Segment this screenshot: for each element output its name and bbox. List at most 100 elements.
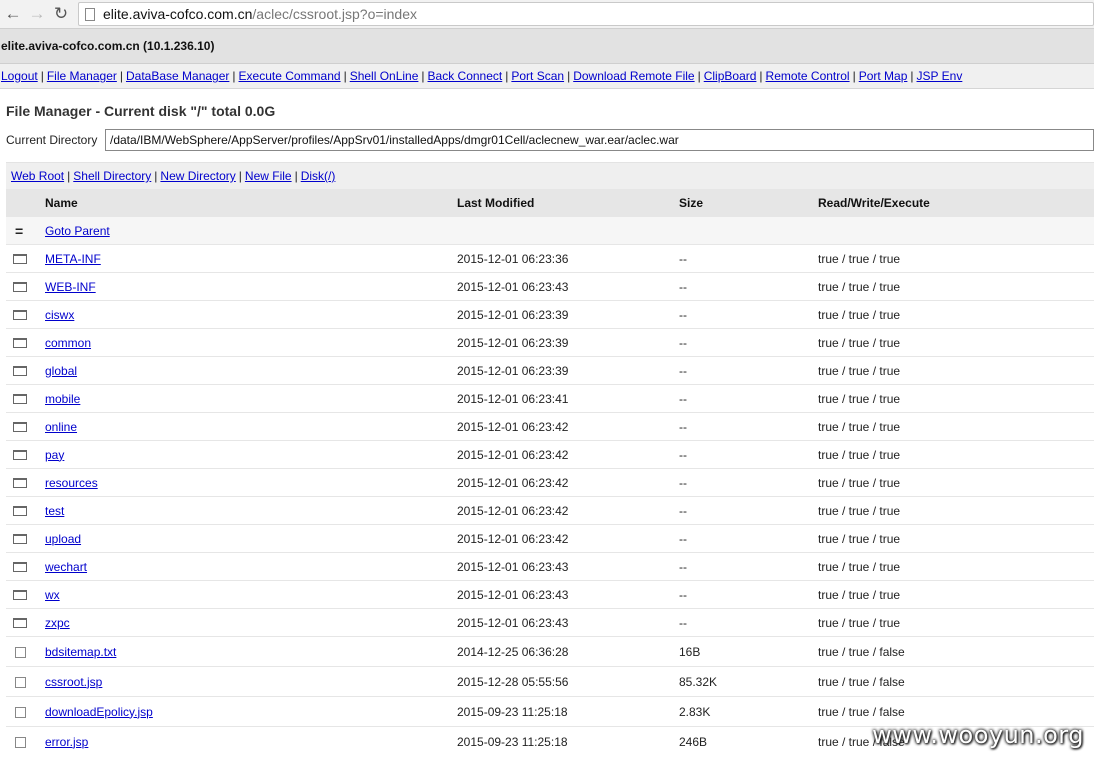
folder-name-link[interactable]: online xyxy=(45,420,77,434)
toolbar-link-new-directory[interactable]: New Directory xyxy=(160,169,235,183)
url-host: elite.aviva-cofco.com.cn xyxy=(103,6,253,22)
file-row: error.jsp 2015-09-23 11:25:18 246B true / t… xyxy=(6,726,1094,756)
current-directory-input[interactable] xyxy=(105,129,1094,151)
toolbar-separator: | xyxy=(294,169,298,183)
modified-cell: 2015-12-01 06:23:42 xyxy=(457,496,679,525)
folder-name-link[interactable]: resources xyxy=(45,476,98,490)
toolbar-link-web-root[interactable]: Web Root xyxy=(11,169,64,183)
toolbar-link-disk-[interactable]: Disk(/) xyxy=(301,169,336,183)
folder-name-link[interactable]: zxpc xyxy=(45,616,70,630)
rwx-cell: true / true / false xyxy=(818,726,1094,756)
size-cell: 16B xyxy=(679,636,818,667)
rwx-cell: true / true / false xyxy=(818,666,1094,697)
folder-name-link[interactable]: WEB-INF xyxy=(45,280,96,294)
folder-name-link[interactable]: test xyxy=(45,504,64,518)
menu-separator: | xyxy=(421,69,425,83)
folder-name-link[interactable]: wechart xyxy=(45,560,87,574)
modified-cell: 2014-12-25 06:36:28 xyxy=(457,636,679,667)
size-cell: -- xyxy=(679,244,818,273)
rwx-cell: true / true / false xyxy=(818,636,1094,667)
modified-cell: 2015-12-01 06:23:43 xyxy=(457,580,679,609)
file-name-link[interactable]: error.jsp xyxy=(45,735,88,749)
menu-link-download-remote-file[interactable]: Download Remote File xyxy=(573,69,694,83)
folder-name-link[interactable]: pay xyxy=(45,448,64,462)
menu-link-back-connect[interactable]: Back Connect xyxy=(428,69,503,83)
folder-icon xyxy=(13,282,27,293)
rwx-cell: true / true / true xyxy=(818,244,1094,273)
file-row: cssroot.jsp 2015-12-28 05:55:56 85.32K true… xyxy=(6,666,1094,697)
size-cell: -- xyxy=(679,272,818,301)
file-name-link[interactable]: cssroot.jsp xyxy=(45,675,102,689)
checkbox-icon[interactable] xyxy=(15,646,26,658)
goto-parent-link[interactable]: Goto Parent xyxy=(45,224,110,238)
rwx-cell: true / true / true xyxy=(818,272,1094,301)
size-cell: -- xyxy=(679,496,818,525)
modified-cell: 2015-12-01 06:23:41 xyxy=(457,384,679,413)
menu-link-database-manager[interactable]: DataBase Manager xyxy=(126,69,229,83)
size-cell: -- xyxy=(679,300,818,329)
menu-link-clipboard[interactable]: ClipBoard xyxy=(704,69,757,83)
name-column-header: Name xyxy=(45,189,457,217)
folder-row: test 2015-12-01 06:23:42 -- true / true / t… xyxy=(6,496,1094,525)
forward-arrow-icon[interactable]: → xyxy=(26,3,48,25)
size-cell: -- xyxy=(679,412,818,441)
menu-link-logout[interactable]: Logout xyxy=(1,69,38,83)
current-directory-row: Current Directory xyxy=(0,128,1094,152)
modified-cell: 2015-12-01 06:23:39 xyxy=(457,300,679,329)
folder-icon xyxy=(13,394,27,405)
host-label: elite.aviva-cofco.com.cn (10.1.236.10) xyxy=(0,29,1094,64)
size-cell: -- xyxy=(679,328,818,357)
checkbox-icon[interactable] xyxy=(15,676,26,688)
menu-link-port-map[interactable]: Port Map xyxy=(859,69,908,83)
folder-name-link[interactable]: global xyxy=(45,364,77,378)
rwx-cell: true / true / true xyxy=(818,580,1094,609)
size-cell: -- xyxy=(679,384,818,413)
menu-link-execute-command[interactable]: Execute Command xyxy=(239,69,341,83)
menu-link-jsp-env[interactable]: JSP Env xyxy=(917,69,963,83)
checkbox-icon[interactable] xyxy=(15,706,26,718)
menu-separator: | xyxy=(910,69,914,83)
folder-row: ciswx 2015-12-01 06:23:39 -- true / true / … xyxy=(6,300,1094,329)
folder-name-link[interactable]: common xyxy=(45,336,91,350)
folder-name-link[interactable]: mobile xyxy=(45,392,80,406)
reload-icon[interactable]: ↻ xyxy=(50,3,72,25)
menu-link-shell-online[interactable]: Shell OnLine xyxy=(350,69,419,83)
file-name-link[interactable]: bdsitemap.txt xyxy=(45,645,116,659)
folder-name-link[interactable]: upload xyxy=(45,532,81,546)
file-name-link[interactable]: downloadEpolicy.jsp xyxy=(45,705,153,719)
rwx-cell: true / true / false xyxy=(818,696,1094,727)
size-cell: -- xyxy=(679,608,818,637)
back-arrow-icon[interactable]: ← xyxy=(2,3,24,25)
folder-row: META-INF 2015-12-01 06:23:36 -- true / true… xyxy=(6,244,1094,273)
menu-separator: | xyxy=(505,69,509,83)
modified-cell: 2015-12-01 06:23:43 xyxy=(457,272,679,301)
folder-row: WEB-INF 2015-12-01 06:23:43 -- true / true … xyxy=(6,272,1094,301)
address-bar[interactable]: elite.aviva-cofco.com.cn/aclec/cssroot.j… xyxy=(78,2,1094,26)
page-title: File Manager - Current disk "/" total 0.… xyxy=(6,103,276,119)
menu-link-port-scan[interactable]: Port Scan xyxy=(511,69,564,83)
menu-link-remote-control[interactable]: Remote Control xyxy=(766,69,850,83)
folder-row: wechart 2015-12-01 06:23:43 -- true / true … xyxy=(6,552,1094,581)
main-menu: Logout | File Manager | DataBase Manager | Exe… xyxy=(0,64,1094,89)
folder-name-link[interactable]: ciswx xyxy=(45,308,74,322)
modified-cell: 2015-12-01 06:23:42 xyxy=(457,468,679,497)
folder-name-link[interactable]: wx xyxy=(45,588,60,602)
rwx-cell: true / true / true xyxy=(818,468,1094,497)
size-cell: -- xyxy=(679,356,818,385)
folder-row: global 2015-12-01 06:23:39 -- true / true /… xyxy=(6,356,1094,385)
checkbox-icon[interactable] xyxy=(15,736,26,748)
file-table: Name Last Modified Size Read/Write/Execu… xyxy=(6,189,1094,756)
menu-link-file-manager[interactable]: File Manager xyxy=(47,69,117,83)
current-directory-label: Current Directory xyxy=(6,133,98,147)
size-cell: 2.83K xyxy=(679,696,818,727)
rwx-column-header: Read/Write/Execute xyxy=(818,189,1094,217)
folder-name-link[interactable]: META-INF xyxy=(45,252,101,266)
folder-icon xyxy=(13,366,27,377)
folder-row: wx 2015-12-01 06:23:43 -- true / true / tru… xyxy=(6,580,1094,609)
toolbar-link-new-file[interactable]: New File xyxy=(245,169,292,183)
rwx-cell: true / true / true xyxy=(818,552,1094,581)
size-column-header: Size xyxy=(679,189,818,217)
toolbar-link-shell-directory[interactable]: Shell Directory xyxy=(73,169,151,183)
folder-row: online 2015-12-01 06:23:42 -- true / true /… xyxy=(6,412,1094,441)
toolbar-separator: | xyxy=(67,169,71,183)
